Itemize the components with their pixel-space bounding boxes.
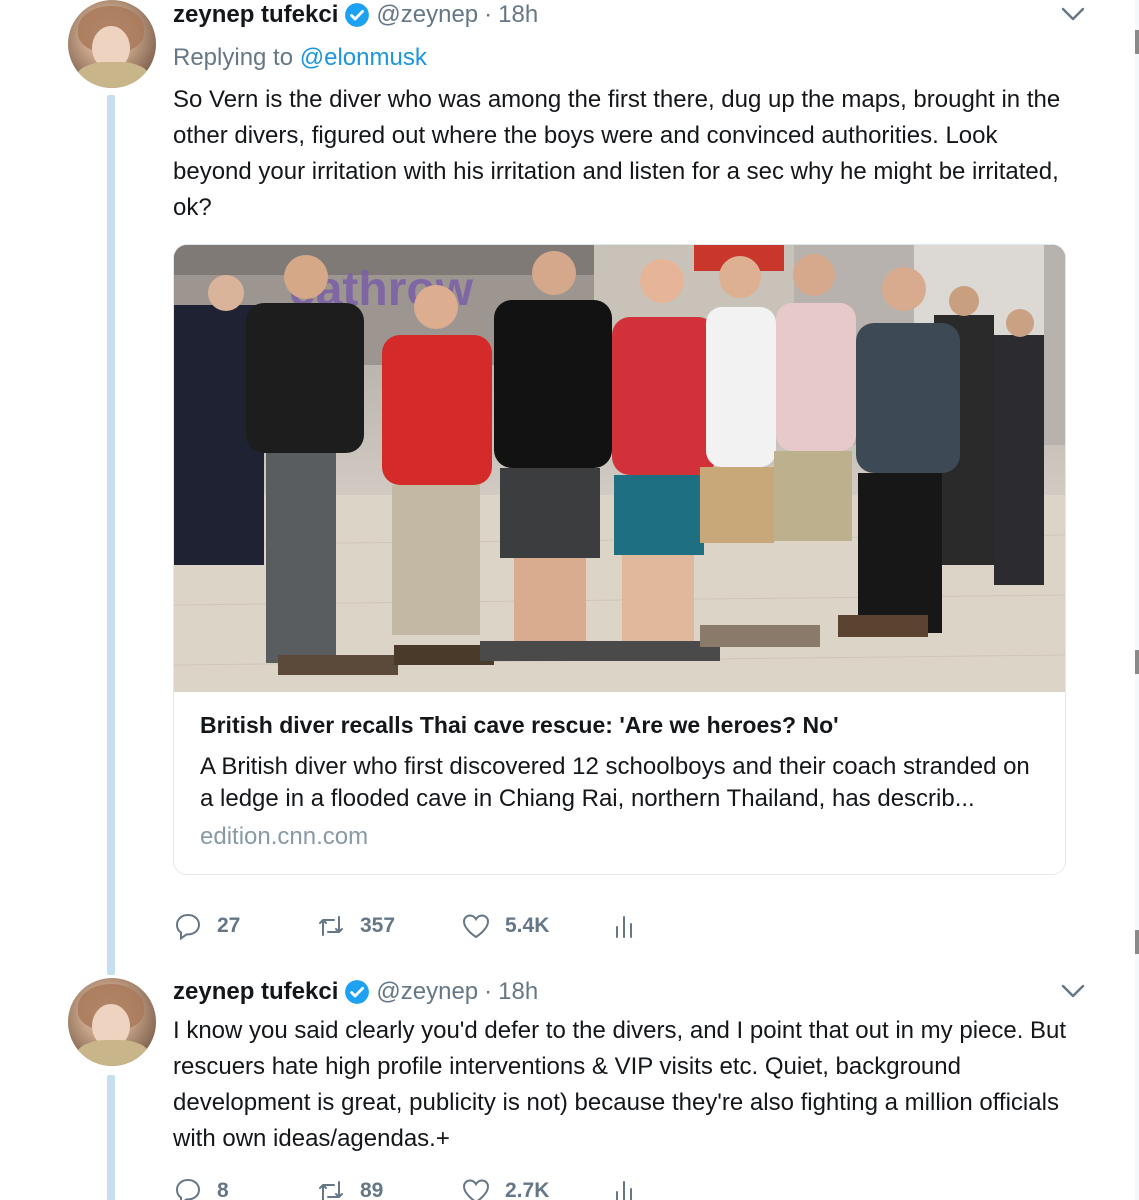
card-description: A British diver who first discovered 12 … (200, 753, 1030, 812)
tweet: zeynep tufekci @zeynep · 18h I know you … (173, 977, 1085, 1157)
card-body: British diver recalls Thai cave rescue: … (174, 692, 1065, 851)
display-name[interactable]: zeynep tufekci (173, 978, 338, 1006)
like-button[interactable]: 2.7K (461, 1176, 609, 1200)
analytics-button[interactable] (609, 1176, 653, 1200)
retweet-button[interactable]: 89 (316, 1176, 461, 1200)
tweet-actions: 27 357 5.4K (173, 911, 653, 941)
retweet-count: 89 (360, 1179, 384, 1200)
heart-icon (462, 914, 490, 939)
retweet-button[interactable]: 357 (316, 911, 461, 941)
retweet-icon (319, 1181, 343, 1200)
scrollbar-mark (1135, 30, 1139, 54)
analytics-button[interactable] (609, 911, 653, 941)
separator: · (484, 978, 493, 1005)
user-handle[interactable]: @zeynep (376, 978, 478, 1006)
link-card[interactable]: eathrow British diver recalls Thai cave … (173, 244, 1066, 875)
tweet-header: zeynep tufekci @zeynep · 18h (173, 977, 1069, 1007)
reply-count: 27 (217, 914, 241, 937)
avatar[interactable] (68, 978, 156, 1066)
reply-button[interactable]: 27 (173, 911, 316, 941)
like-count: 2.7K (505, 1179, 550, 1200)
timestamp[interactable]: 18h (498, 978, 538, 1006)
separator: · (484, 1, 493, 28)
thread-connector (107, 1075, 115, 1200)
avatar[interactable] (68, 0, 156, 88)
scrollbar-mark (1135, 930, 1139, 954)
tweet-text: I know you said clearly you'd defer to t… (173, 1017, 1067, 1152)
like-button[interactable]: 5.4K (461, 911, 609, 941)
thread-connector (107, 95, 115, 975)
reply-to-link[interactable]: @elonmusk (300, 44, 427, 71)
retweet-count: 357 (360, 914, 396, 937)
analytics-icon (616, 916, 632, 938)
tweet: zeynep tufekci @zeynep · 18h Replying to… (173, 0, 1085, 226)
like-count: 5.4K (505, 914, 550, 937)
chevron-down-icon[interactable] (1059, 4, 1087, 24)
heart-icon (462, 1179, 490, 1200)
reply-icon (175, 1178, 201, 1200)
verified-badge-icon (344, 2, 370, 28)
retweet-icon (319, 916, 343, 936)
tweet-header: zeynep tufekci @zeynep · 18h (173, 0, 1069, 30)
user-handle[interactable]: @zeynep (376, 1, 478, 29)
reply-icon (175, 913, 201, 941)
card-image: eathrow (174, 245, 1065, 692)
card-title: British diver recalls Thai cave rescue: … (200, 712, 839, 738)
display-name[interactable]: zeynep tufekci (173, 1, 338, 29)
scrollbar[interactable] (1135, 0, 1139, 1200)
verified-badge-icon (344, 979, 370, 1005)
scrollbar-mark (1135, 650, 1139, 674)
card-domain: edition.cnn.com (200, 823, 369, 850)
timestamp[interactable]: 18h (498, 1, 538, 29)
chevron-down-icon[interactable] (1059, 981, 1087, 1001)
reply-button[interactable]: 8 (173, 1176, 316, 1200)
tweet-actions: 8 89 2.7K (173, 1176, 653, 1200)
reply-count: 8 (217, 1179, 229, 1200)
tweet-text: So Vern is the diver who was among the f… (173, 86, 1061, 221)
reply-context: Replying to @elonmusk (173, 44, 1069, 72)
reply-prefix: Replying to (173, 44, 294, 71)
analytics-icon (616, 1181, 632, 1200)
